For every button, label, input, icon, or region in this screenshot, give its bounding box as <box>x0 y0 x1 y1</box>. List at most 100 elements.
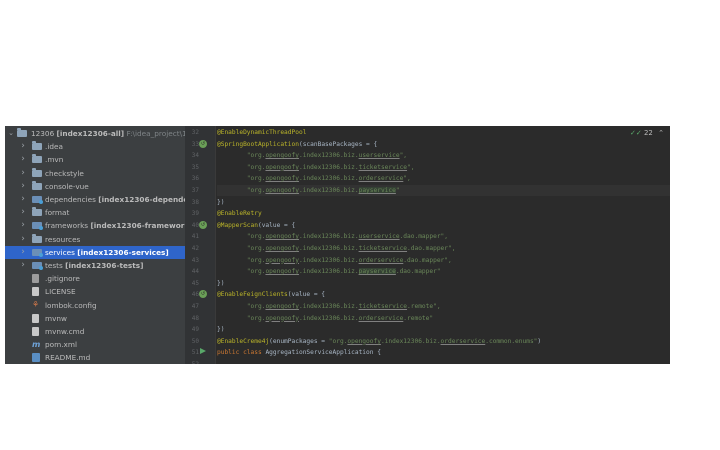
tree-item-name: services <box>45 247 75 257</box>
folder-icon <box>32 167 42 177</box>
tree-item-pom-xml[interactable]: m pom.xml <box>5 338 185 351</box>
line-number: 49 <box>191 326 199 334</box>
code-line: "org.opengoofy.index12306.biz.orderservi… <box>217 173 411 184</box>
tree-item-mvnw-cmd[interactable]: mvnw.cmd <box>5 325 185 338</box>
run-icon[interactable] <box>200 348 206 355</box>
chevron-right-icon[interactable]: › <box>19 193 27 206</box>
module-folder-icon <box>32 262 43 270</box>
code-token: (enumPackages = <box>269 337 329 345</box>
tree-item-resources[interactable]: › resources <box>5 233 185 246</box>
code-token: .index12306.biz. <box>298 314 359 322</box>
tree-item-services[interactable]: › services [index12306-services] <box>5 245 185 259</box>
line-number: 50 <box>191 337 199 345</box>
chevron-down-icon[interactable]: ⌄ <box>7 127 15 140</box>
code-token: .index12306.biz. <box>298 268 359 276</box>
chevron-right-icon[interactable]: › <box>19 140 27 153</box>
tree-item-module: [index12306-tests] <box>65 261 144 270</box>
tree-item-gitignore[interactable]: .gitignore <box>5 272 185 285</box>
code-line: }) <box>217 324 224 335</box>
tree-item-name: LICENSE <box>45 287 76 297</box>
tree-item-name: .mvn <box>45 155 64 165</box>
code-token: userservice <box>358 152 400 160</box>
code-line: "org.opengoofy.index12306.biz.payservice… <box>217 266 441 277</box>
tree-root-12306[interactable]: ⌄ 12306 [index12306-all] F:\idea_project… <box>5 127 185 140</box>
tree-item-label: LICENSE <box>45 285 76 298</box>
tree-item-dependencies[interactable]: › dependencies [index12306-dependen <box>5 193 185 206</box>
code-token: opengoofy <box>265 163 299 171</box>
tree-item-frameworks[interactable]: › frameworks [index12306-frameworks] <box>5 219 185 232</box>
tree-item-readme-md[interactable]: README.md <box>5 351 185 364</box>
tree-item-lombok-config[interactable]: ⚘ lombok.config <box>5 299 185 312</box>
spring-bean-icon[interactable]: ↺ <box>199 139 207 148</box>
chevron-right-icon[interactable]: › <box>19 233 27 246</box>
code-token: AggregationServiceApplication { <box>265 349 381 357</box>
line-number: 37 <box>191 187 199 194</box>
maven-icon: m <box>32 340 41 350</box>
code-token: opengoofy <box>265 187 299 194</box>
code-token: @SpringBootApplication <box>217 140 299 148</box>
code-token: ticketservice <box>358 245 408 252</box>
code-token: opengoofy <box>265 314 299 322</box>
code-line: @EnableFeignClients(value = { <box>217 289 325 300</box>
chevron-right-icon[interactable]: › <box>19 219 27 232</box>
line-number: 51 <box>191 349 199 357</box>
tree-item-label: pom.xml <box>45 338 77 351</box>
tree-item-format[interactable]: › format <box>5 206 185 219</box>
tree-root-path: F:\idea_project\12 <box>126 129 185 138</box>
code-token: @MapperScan <box>217 221 258 229</box>
tree-item-name: frameworks <box>45 221 89 231</box>
tree-item-name: README.md <box>45 353 91 363</box>
code-token: .dao.mapper" <box>395 268 441 276</box>
code-token: .index12306.biz. <box>380 337 441 345</box>
code-token: .index12306.biz. <box>298 245 359 252</box>
tree-item-name: tests <box>45 261 63 270</box>
code-token: .dao.mapper", <box>403 256 452 264</box>
tree-item-mvnw[interactable]: mvnw <box>5 312 185 325</box>
code-token: ", <box>407 163 415 171</box>
line-number: 35 <box>191 163 199 171</box>
ide-window: ⌄ 12306 [index12306-all] F:\idea_project… <box>5 126 670 364</box>
code-line: @EnableDynamicThreadPool <box>217 127 306 138</box>
tree-item-name: console-vue <box>45 181 89 191</box>
tree-item-idea[interactable]: › .idea <box>5 140 185 153</box>
chevron-right-icon[interactable]: › <box>19 167 27 180</box>
tree-item-license[interactable]: LICENSE <box>5 285 185 298</box>
code-editor[interactable]: ✓✓ 22 ⌃ @EnableDynamicThreadPool @SpringB… <box>217 126 670 364</box>
tree-item-label: mvnw <box>45 312 67 325</box>
code-token: orderservice <box>358 175 404 183</box>
code-token: orderservice <box>440 337 486 345</box>
chevron-right-icon[interactable]: › <box>19 180 27 193</box>
tree-item-name: mvnw <box>45 313 68 323</box>
code-line: "org.opengoofy.index12306.biz.userservic… <box>217 150 407 161</box>
inspection-widget[interactable]: ✓✓ 22 ⌃ <box>630 129 664 137</box>
tree-item-console-vue[interactable]: › console-vue <box>5 180 185 193</box>
code-line: @EnableCreme4j(enumPackages = "org.openg… <box>217 336 541 347</box>
chevron-right-icon[interactable]: › <box>19 206 27 219</box>
chevron-right-icon[interactable]: › <box>19 153 27 166</box>
tree-item-label: dependencies [index12306-dependen <box>45 193 185 206</box>
code-token: userservice <box>358 233 400 241</box>
tree-item-module: [index12306-services] <box>77 247 169 257</box>
code-token: }) <box>217 198 225 206</box>
line-number: 39 <box>191 210 199 218</box>
code-line: "org.opengoofy.index12306.biz.userservic… <box>217 231 448 242</box>
spring-bean-icon[interactable]: ↺ <box>199 220 207 229</box>
tree-item-name: mvnw.cmd <box>45 327 85 336</box>
code-token: .remote" <box>403 314 434 322</box>
tree-item-label: tests [index12306-tests] <box>45 259 143 272</box>
tree-item-mvn[interactable]: › .mvn <box>5 153 185 166</box>
code-line: public class AggregationServiceApplicati… <box>217 347 381 358</box>
code-line: "org.opengoofy.index12306.biz.orderservi… <box>217 313 433 324</box>
chevron-right-icon[interactable]: › <box>19 246 27 259</box>
tree-item-checkstyle[interactable]: › checkstyle <box>5 167 185 180</box>
spring-bean-icon[interactable]: ↺ <box>199 290 207 299</box>
chevron-right-icon[interactable]: › <box>19 259 27 272</box>
file-icon <box>32 327 39 336</box>
line-number: 42 <box>191 245 199 252</box>
tree-item-name: format <box>45 208 70 218</box>
tree-item-module: [index12306-frameworks] <box>90 221 185 231</box>
chevron-up-icon[interactable]: ⌃ <box>658 129 664 137</box>
tree-item-tests[interactable]: › tests [index12306-tests] <box>5 259 185 272</box>
tree-root-module: [index12306-all] <box>56 129 125 138</box>
